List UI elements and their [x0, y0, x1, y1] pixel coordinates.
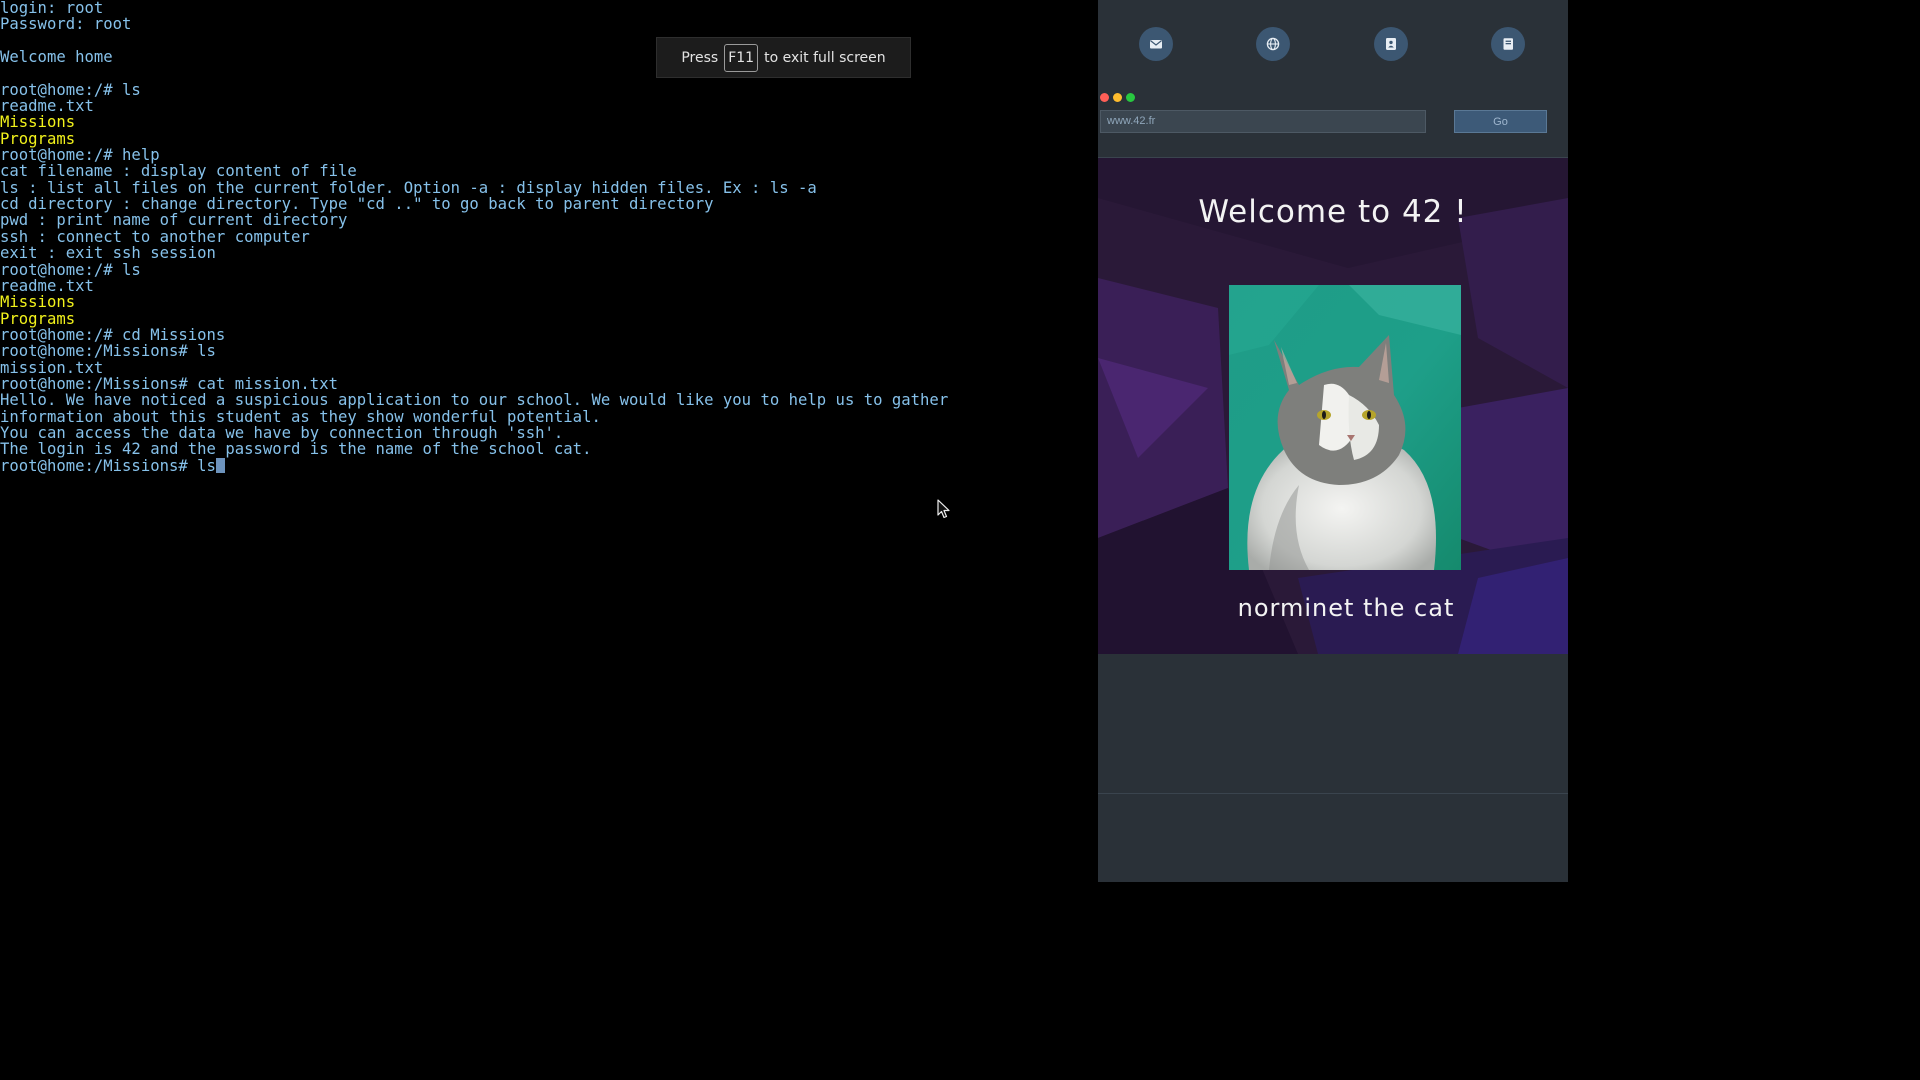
mouse-pointer-icon: [937, 499, 950, 519]
terminal-line: pwd : print name of current directory: [0, 211, 348, 230]
cat-caption: norminet the cat: [1237, 594, 1455, 622]
terminal-line: root@home:/Missions# cat mission.txt: [0, 374, 338, 393]
globe-icon: [1266, 37, 1280, 51]
terminal-line: root@home:/Missions# ls: [0, 342, 216, 361]
contacts-button[interactable]: [1374, 27, 1408, 61]
terminal-line: root@home:/# cd Missions: [0, 325, 226, 344]
page-title: Welcome to 42 !: [1198, 194, 1468, 230]
book-icon: [1503, 38, 1513, 50]
terminal-line: cat filename : display content of file: [0, 162, 357, 181]
terminal-line: Missions: [0, 293, 76, 312]
terminal-line: information about this student as they s…: [0, 407, 601, 426]
terminal-line: Hello. We have noticed a suspicious appl…: [0, 391, 949, 410]
terminal-input-text: root@home:/Missions# ls: [0, 456, 216, 475]
terminal-line: root@home:/# ls: [0, 260, 141, 279]
url-input[interactable]: www.42.fr: [1100, 110, 1426, 133]
side-panel: www.42.fr Go Welcome to 42 ! norminet th…: [1098, 0, 1568, 882]
terminal-line: exit : exit ssh session: [0, 244, 216, 263]
text-cursor: [215, 457, 225, 473]
mail-button[interactable]: [1139, 27, 1173, 61]
terminal-line: The login is 42 and the password is the …: [0, 440, 592, 459]
terminal-line: ls : list all files on the current folde…: [0, 178, 817, 197]
minimize-window-icon[interactable]: [1113, 93, 1122, 102]
terminal-line: cd directory : change directory. Type "c…: [0, 195, 714, 214]
terminal-line: Programs: [0, 129, 76, 148]
go-button[interactable]: Go: [1454, 110, 1547, 133]
terminal-line: Password: root: [0, 15, 132, 34]
terminal-line: You can access the data we have by conne…: [0, 423, 564, 442]
divider: [1098, 793, 1568, 794]
terminal-line: mission.txt: [0, 358, 104, 377]
contact-icon: [1386, 38, 1396, 50]
close-window-icon[interactable]: [1100, 93, 1109, 102]
terminal-line: root@home:/# help: [0, 146, 160, 165]
fullscreen-notice-suffix: to exit full screen: [764, 49, 886, 66]
terminal-input-line[interactable]: root@home:/Missions# ls: [0, 456, 948, 475]
f11-key: F11: [724, 43, 759, 72]
terminal-line: readme.txt: [0, 276, 94, 295]
web-page: Welcome to 42 ! norminet the cat: [1098, 158, 1568, 654]
terminal-window[interactable]: login: root Password: root Welcome home roo…: [0, 0, 1098, 882]
terminal-line: root@home:/# ls: [0, 80, 141, 99]
fullscreen-notice-prefix: Press: [681, 49, 719, 66]
notes-button[interactable]: [1491, 27, 1525, 61]
browser-button[interactable]: [1256, 27, 1290, 61]
terminal-line: Missions: [0, 113, 76, 132]
terminal-line: readme.txt: [0, 97, 94, 116]
terminal-line: login: root: [0, 0, 104, 17]
terminal-line: ssh : connect to another computer: [0, 227, 310, 246]
cat-photo: [1229, 285, 1461, 570]
terminal-line: Programs: [0, 309, 76, 328]
fullscreen-notice: Press F11 to exit full screen: [656, 37, 911, 78]
mail-icon: [1150, 40, 1162, 49]
maximize-window-icon[interactable]: [1126, 93, 1135, 102]
